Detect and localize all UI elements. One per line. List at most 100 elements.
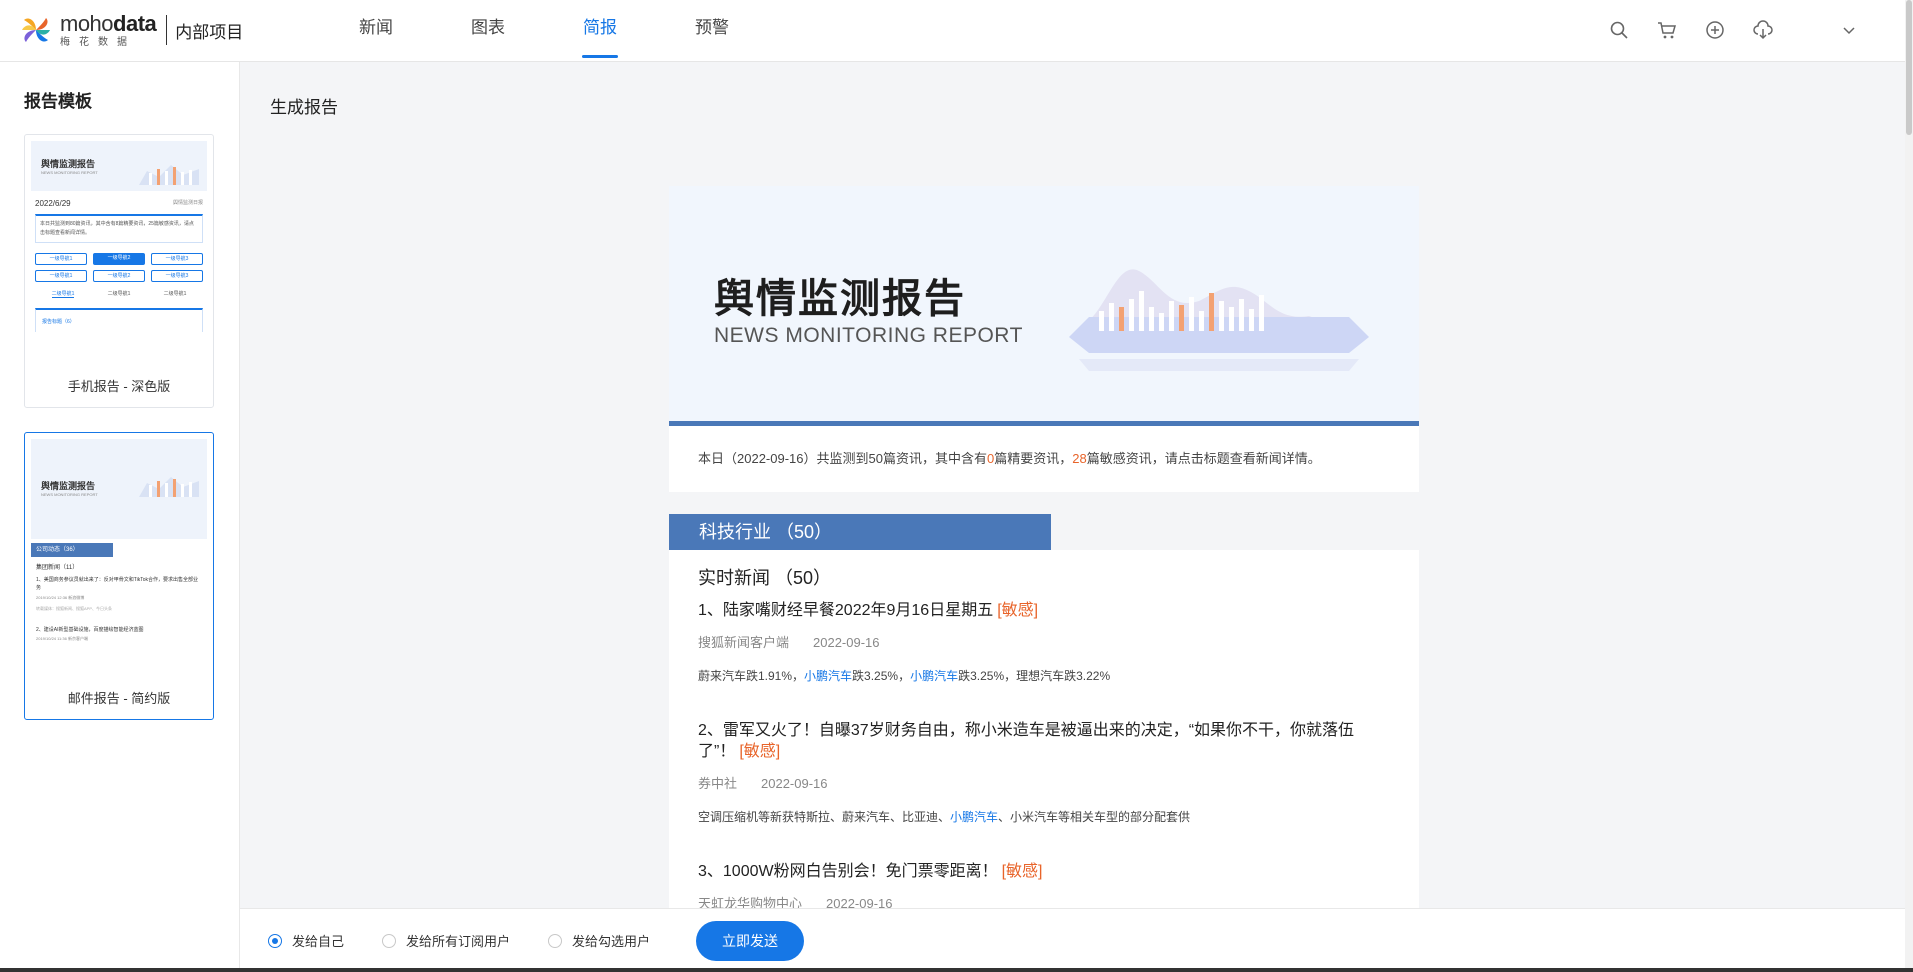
thumb-item-meta: 2019/10/24 11:36 新京客户端 [36, 636, 88, 641]
thumb-nav-button: 一级导航2 [93, 253, 145, 265]
logo-divider [166, 15, 168, 45]
snippet-text: 空调压缩机等新获特斯拉、蔚来汽车、比亚迪、 [698, 810, 951, 824]
report-title: 舆情监测报告 [714, 277, 966, 321]
top-bar: mohodata 梅花数据 内部项目 新闻 图表 简报 预警 [0, 0, 1913, 62]
thumb-item: 1、美国商务参议员就出来了：反对甲骨文和TikTok合作，要求出售全部业务 [36, 577, 199, 591]
radio-label[interactable]: 发给所有订阅用户 [406, 931, 510, 950]
thumb-title: 舆情监测报告 [41, 159, 96, 169]
thumb-tag: 舆情监测日报 [172, 200, 203, 206]
nav-charts[interactable]: 图表 [432, 0, 544, 62]
article-title-text[interactable]: 2、雷军又火了！自曝37岁财务自由，称小米造车是被逼出来的决定，“如果你不干，你… [698, 722, 1354, 760]
sensitive-tag: [敏感] [997, 602, 1039, 619]
keyword-link[interactable]: 小鹏汽车 [950, 810, 998, 824]
template-card-mobile-dark[interactable]: 舆情监测报告 NEWS MONITORING REPORT 2022/6/29 … [24, 134, 214, 408]
article-title[interactable]: 1、陆家嘴财经早餐2022年9月16日星期五 [敏感] [698, 600, 1390, 621]
cloud-download-icon[interactable] [1739, 14, 1787, 46]
logo-en-bold: data [113, 10, 157, 36]
radio-label[interactable]: 发给自己 [292, 931, 344, 950]
nav-alerts[interactable]: 预警 [656, 0, 768, 62]
radio-send-all-subscribers[interactable]: 发给所有订阅用户 [382, 931, 510, 950]
thumb-chart-art [139, 473, 199, 497]
thumb-subtitle: NEWS MONITORING REPORT [41, 492, 98, 497]
article-date: 2022-09-16 [761, 776, 828, 791]
article-source: 天虹龙华购物中心 [698, 896, 803, 908]
radio-dot[interactable] [382, 933, 397, 948]
template-label: 手机报告 - 深色版 [67, 379, 171, 394]
article-item: 1、陆家嘴财经早餐2022年9月16日星期五 [敏感] 搜狐新闻客户端 2022-0… [698, 600, 1390, 684]
nav-news[interactable]: 新闻 [320, 0, 432, 62]
snippet-text: 、小米汽车等相关车型的部分配套供 [998, 810, 1191, 824]
page-title: 生成报告 [270, 98, 338, 117]
template-card-email-simple[interactable]: 舆情监测报告 NEWS MONITORING REPORT 公司动态（36） 集… [24, 432, 214, 720]
summary-suffix: 篇敏感资讯，请点击标题查看新闻详情。 [1086, 451, 1321, 466]
logo[interactable]: mohodata 梅花数据 内部项目 [18, 10, 243, 50]
thumb-footer: 报告标题（6） [35, 308, 203, 332]
template-thumbnail: 舆情监测报告 NEWS MONITORING REPORT 公司动态（36） 集… [31, 439, 207, 677]
article-title[interactable]: 2、雷军又火了！自曝37岁财务自由，称小米造车是被逼出来的决定，“如果你不干，你… [698, 720, 1390, 762]
thumb-subtitle: NEWS MONITORING REPORT [41, 170, 98, 175]
article-item: 3、1000W粉网白告别会！免门票零距离！ [敏感] 天虹龙华购物中心 2022-0… [698, 861, 1390, 908]
radio-dot[interactable] [268, 933, 282, 948]
thumb-group: 集团新闻（11） [36, 565, 79, 571]
article-title-text[interactable]: 1、陆家嘴财经早餐2022年9月16日星期五 [698, 602, 993, 619]
plus-circle-icon[interactable] [1691, 14, 1739, 46]
report-subtitle: NEWS MONITORING REPORT [714, 324, 1023, 347]
snippet-text: 跌3.25%，理想汽车跌3.22% [958, 669, 1111, 683]
project-name: 内部项目 [175, 22, 244, 42]
report-banner: 舆情监测报告 NEWS MONITORING REPORT [669, 186, 1419, 426]
template-label: 邮件报告 - 简约版 [67, 691, 171, 706]
sensitive-tag: [敏感] [1001, 863, 1043, 880]
send-now-button[interactable]: 立即发送 [696, 920, 805, 961]
article-meta: 券中社 2022-09-16 [698, 773, 1390, 792]
subsection-title: 实时新闻 （50） [698, 568, 832, 588]
thumb-nav-button: 一级导航3 [151, 270, 203, 282]
radio-send-selected-users[interactable]: 发给勾选用户 [548, 931, 650, 950]
nav-briefing[interactable]: 简报 [544, 0, 656, 62]
article-snippet: 蔚来汽车跌1.91%，小鹏汽车跌3.25%，小鹏汽车跌3.25%，理想汽车跌3.… [698, 667, 1390, 684]
article-date: 2022-09-16 [826, 896, 893, 908]
keyword-link[interactable]: 小鹏汽车 [910, 669, 958, 683]
header-tools [1595, 14, 1873, 46]
thumb-tab: 二级导航1 [163, 291, 187, 297]
thumb-nav-button: 一级导航3 [151, 253, 203, 265]
main-nav: 新闻 图表 简报 预警 [320, 0, 768, 62]
chevron-down-icon[interactable] [1825, 14, 1873, 46]
search-icon[interactable] [1595, 14, 1643, 46]
cart-icon[interactable] [1643, 14, 1691, 46]
article-date: 2022-09-16 [813, 635, 880, 650]
radio-dot[interactable] [548, 933, 563, 948]
window-bottom-border [0, 968, 1913, 972]
article-title-text[interactable]: 3、1000W粉网白告别会！免门票零距离！ [698, 863, 998, 880]
article-source: 搜狐新闻客户端 [698, 635, 790, 650]
thumb-item-extra: 转载媒体：搜狐新闻、搜狐APP、今日头条 [36, 606, 113, 611]
logo-text: mohodata 梅花数据 [60, 10, 157, 48]
article-meta: 天虹龙华购物中心 2022-09-16 [698, 893, 1390, 908]
article-item: 2、雷军又火了！自曝37岁财务自由，称小米造车是被逼出来的决定，“如果你不干，你… [698, 720, 1390, 825]
thumb-date: 2022/6/29 [35, 199, 71, 208]
scrollbar-thumb[interactable] [1906, 0, 1912, 135]
radio-label[interactable]: 发给勾选用户 [572, 931, 650, 950]
thumb-nav-button: 一级导航1 [35, 270, 87, 282]
logo-flower-icon [18, 12, 54, 48]
thumb-chart-art [139, 161, 199, 185]
template-sidebar: 报告模板 舆情监测报告 NEWS MONITORING REPORT 2022/… [0, 62, 240, 972]
article-title[interactable]: 3、1000W粉网白告别会！免门票零距离！ [敏感] [698, 861, 1390, 882]
thumb-nav-button: 一级导航1 [35, 253, 87, 265]
article-source: 券中社 [698, 776, 738, 791]
page-scrollbar[interactable] [1905, 0, 1913, 972]
report-preview: 舆情监测报告 NEWS MONITORING REPORT 本日（2022-09… [669, 186, 1419, 908]
summary-prefix: 本日（2022-09-16）共监测到50篇资讯，其中含有 [698, 451, 987, 466]
article-list: 实时新闻 （50） 1、陆家嘴财经早餐2022年9月16日星期五 [敏感] 搜狐新… [669, 550, 1419, 908]
logo-en-light: moho [60, 10, 114, 36]
thumb-item: 2、建设AI新型基础设施，百度描绘智能经济蓝图 [36, 627, 144, 633]
radio-send-self[interactable]: 发给自己 [268, 931, 344, 950]
send-bar: 发给自己 发给所有订阅用户 发给勾选用户 立即发送 [240, 908, 1913, 972]
sensitive-count: 28 [1072, 451, 1087, 466]
section-header: 科技行业 （50） [669, 514, 1051, 550]
thumb-tab: 二级导航1 [51, 291, 75, 298]
thumb-nav-button: 一级导航2 [93, 270, 145, 282]
banner-chart-illustration [1049, 241, 1389, 381]
keyword-link[interactable]: 小鹏汽车 [804, 669, 852, 683]
sidebar-title: 报告模板 [24, 92, 92, 111]
sensitive-tag: [敏感] [739, 743, 781, 760]
